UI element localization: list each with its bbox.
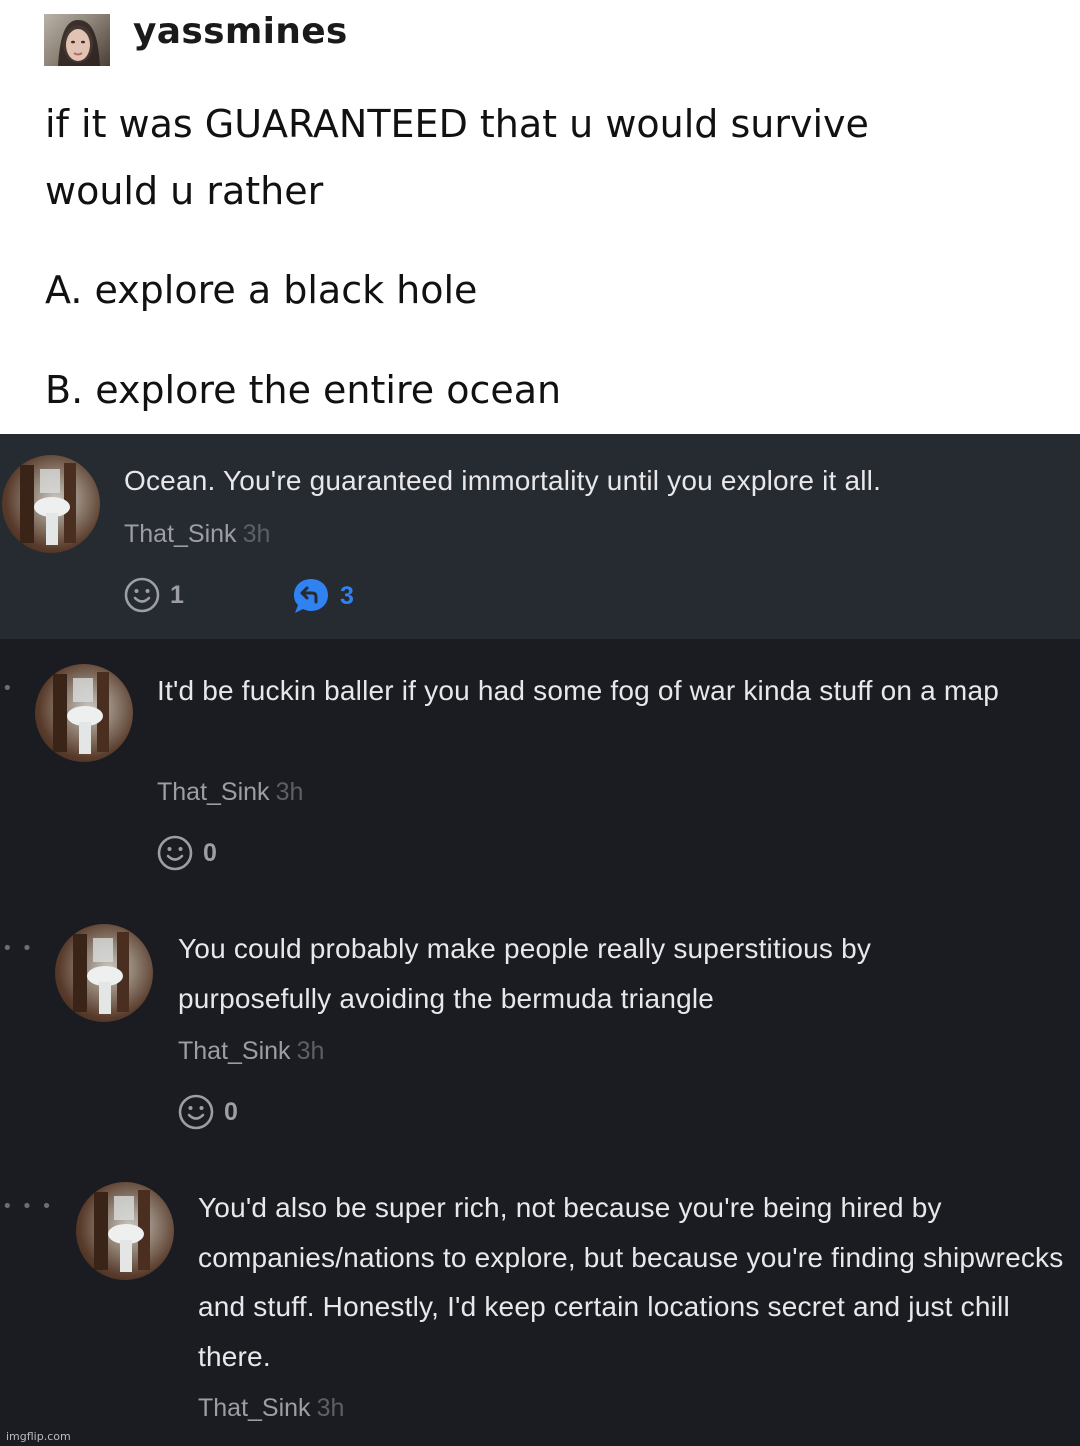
smiley-face-icon: [124, 577, 160, 613]
replies-button[interactable]: 3: [292, 577, 354, 615]
post-text-line: A. explore a black hole: [45, 268, 478, 312]
comment-text: It'd be fuckin baller if you had some fo…: [157, 675, 999, 706]
post-text-line: B. explore the entire ocean: [45, 368, 562, 412]
smiley-face-icon: [178, 1094, 214, 1130]
post-avatar[interactable]: [44, 14, 110, 66]
comment-meta: That_Sink 3h: [157, 778, 303, 807]
comment-author[interactable]: That_Sink: [198, 1394, 311, 1422]
reaction-button[interactable]: 1: [124, 577, 184, 613]
post-text-line: if it was GUARANTEED that u would surviv…: [45, 102, 869, 146]
comment-avatar[interactable]: [2, 455, 100, 553]
comment-meta: That_Sink 3h: [198, 1394, 344, 1423]
comments-section: Ocean. You're guaranteed immortality unt…: [0, 434, 1080, 1446]
smiley-face-icon: [157, 835, 193, 871]
reaction-button[interactable]: 0: [178, 1094, 238, 1130]
reaction-count: 0: [224, 1097, 238, 1126]
comment-meta: That_Sink 3h: [124, 520, 270, 549]
reaction-button[interactable]: 0: [157, 835, 217, 871]
comment-text: You could probably make people really su…: [178, 933, 872, 1014]
reply-count: 3: [340, 581, 354, 610]
comment-author[interactable]: That_Sink: [178, 1037, 291, 1065]
reaction-count: 1: [170, 580, 184, 609]
tumblr-post: yassmines if it was GUARANTEED that u wo…: [0, 0, 1080, 434]
comment-time: 3h: [242, 520, 271, 548]
comment-avatar[interactable]: [55, 924, 153, 1022]
post-text-line: would u rather: [45, 169, 324, 213]
reply-bubble-icon: [294, 579, 328, 613]
comment-meta: That_Sink 3h: [178, 1037, 324, 1066]
comment-time: 3h: [316, 1394, 345, 1422]
thread-depth-marker: •••: [2, 1196, 61, 1217]
comment-avatar[interactable]: [35, 664, 133, 762]
post-username[interactable]: yassmines: [133, 9, 348, 55]
thread-depth-marker: ••: [2, 938, 42, 959]
reaction-count: 0: [203, 838, 217, 867]
comment-avatar[interactable]: [76, 1182, 174, 1280]
imgflip-watermark: imgflip.com: [6, 1430, 71, 1443]
thread-depth-marker: •: [2, 678, 22, 699]
comment-author[interactable]: That_Sink: [124, 520, 237, 548]
comment-text: You'd also be super rich, not because yo…: [198, 1192, 1064, 1372]
comment-author[interactable]: That_Sink: [157, 778, 270, 806]
comment-time: 3h: [275, 778, 304, 806]
comment-text: Ocean. You're guaranteed immortality unt…: [124, 465, 882, 496]
comment-highlighted: Ocean. You're guaranteed immortality unt…: [0, 434, 1080, 639]
comment-time: 3h: [296, 1037, 325, 1065]
